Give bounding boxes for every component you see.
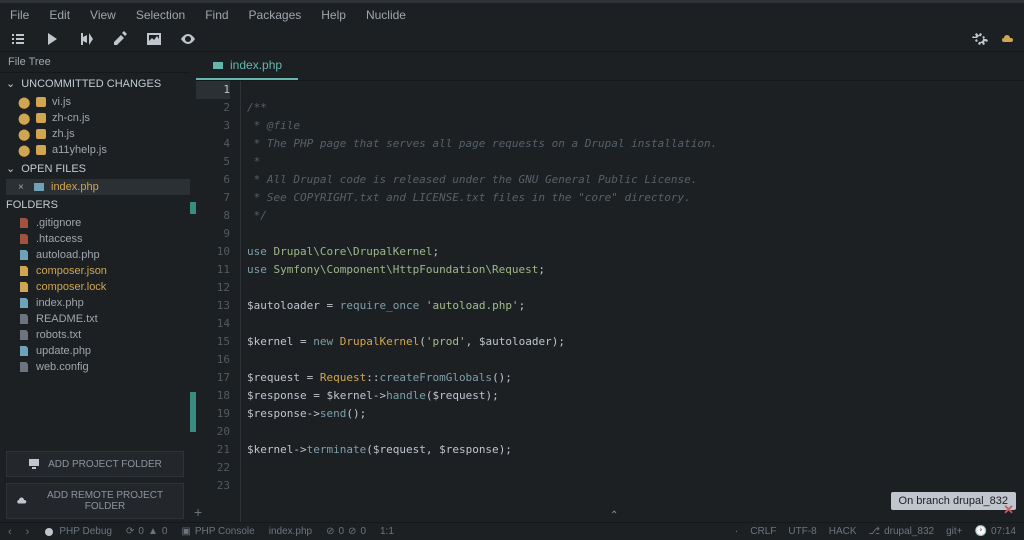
list-icon[interactable]	[10, 31, 26, 47]
play-icon[interactable]	[44, 31, 60, 47]
debug-step-icon[interactable]	[78, 31, 94, 47]
encoding-status[interactable]: UTF-8	[788, 526, 816, 537]
menu-view[interactable]: View	[86, 6, 120, 24]
folder-item[interactable]: composer.lock	[6, 279, 190, 295]
toolbar	[0, 27, 1024, 52]
status-bar: ‹ › PHP Debug ⟳ 0 ▲ 0 ▣ PHP Console inde…	[0, 522, 1024, 540]
js-file-icon	[36, 113, 46, 123]
gear-icon[interactable]	[972, 31, 988, 47]
menu-file[interactable]: File	[6, 6, 33, 24]
section-uncommitted[interactable]: ⌄ UNCOMMITTED CHANGES	[0, 73, 190, 94]
sidebar: File Tree ⌄ UNCOMMITTED CHANGES ⬤vi.js⬤z…	[0, 52, 190, 525]
cloud-icon[interactable]	[998, 31, 1014, 47]
txt-file-icon	[18, 313, 30, 325]
language-mode-status[interactable]: HACK	[829, 526, 857, 537]
menu-selection[interactable]: Selection	[132, 6, 189, 24]
close-icon[interactable]: ×	[18, 182, 27, 193]
code-area[interactable]: /** * @file * The PHP page that serves a…	[240, 81, 1024, 525]
folder-item[interactable]: index.php	[6, 295, 190, 311]
git-file-icon	[18, 233, 30, 245]
clock-status: 🕐07:14	[975, 526, 1016, 537]
bug-icon	[43, 526, 55, 538]
git-file-icon	[18, 217, 30, 229]
js-file-icon	[36, 97, 46, 107]
modified-dot-icon: ⬤	[18, 112, 30, 124]
xml-file-icon	[18, 361, 30, 373]
uncommitted-item[interactable]: ⬤vi.js	[6, 94, 190, 110]
php-file-icon	[18, 249, 30, 261]
modified-dot-icon: ⬤	[18, 144, 30, 156]
edit-icon[interactable]	[112, 31, 128, 47]
menu-help[interactable]: Help	[317, 6, 350, 24]
add-tab-button[interactable]: +	[194, 504, 202, 520]
menu-packages[interactable]: Packages	[245, 6, 306, 24]
modified-dot-icon: ⬤	[18, 128, 30, 140]
folder-list: .gitignore.htaccessautoload.phpcomposer.…	[0, 215, 190, 375]
php-file-icon	[212, 59, 224, 71]
json-file-icon	[18, 281, 30, 293]
folder-item[interactable]: .htaccess	[6, 231, 190, 247]
git-plus-status[interactable]: git+	[946, 526, 962, 537]
chevron-down-icon: ⌄	[6, 77, 15, 90]
sync-status[interactable]: ⟳ 0 ▲ 0	[126, 526, 167, 537]
scroll-up-icon[interactable]: ⌃	[610, 510, 618, 521]
cursor-position[interactable]: 1:1	[380, 526, 394, 537]
folder-item[interactable]: .gitignore	[6, 215, 190, 231]
open-file-item[interactable]: ×index.php	[6, 179, 190, 195]
cloud-icon	[15, 495, 27, 507]
menu-bar: File Edit View Selection Find Packages Help Nuc…	[0, 0, 1024, 27]
folder-item[interactable]: README.txt	[6, 311, 190, 327]
openfiles-list: ×index.php	[0, 179, 190, 195]
nav-fwd-button[interactable]: ›	[26, 526, 30, 538]
diagnostics-status[interactable]: ⊘0 ⊘0	[326, 526, 366, 537]
php-debug-status[interactable]: PHP Debug	[43, 526, 112, 538]
folder-item[interactable]: web.config	[6, 359, 190, 375]
status-dot: ·	[735, 526, 738, 537]
tab-index-php[interactable]: index.php	[196, 52, 298, 80]
editor-area: index.php 123456789101112131415161718192…	[196, 52, 1024, 525]
txt-file-icon	[18, 329, 30, 341]
add-remote-folder-button[interactable]: ADD REMOTE PROJECT FOLDER	[6, 483, 184, 519]
folder-item[interactable]: robots.txt	[6, 327, 190, 343]
php-console-status[interactable]: ▣ PHP Console	[181, 526, 254, 537]
php-file-icon	[18, 345, 30, 357]
close-notification-icon[interactable]: ✕	[1003, 502, 1014, 518]
php-file-icon	[33, 181, 45, 193]
eye-icon[interactable]	[180, 31, 196, 47]
js-file-icon	[36, 129, 46, 139]
add-project-folder-button[interactable]: ADD PROJECT FOLDER	[6, 451, 184, 477]
uncommitted-item[interactable]: ⬤a11yhelp.js	[6, 142, 190, 158]
menu-nuclide[interactable]: Nuclide	[362, 6, 410, 24]
folder-item[interactable]: composer.json	[6, 263, 190, 279]
section-open-files[interactable]: ⌄ OPEN FILES	[0, 158, 190, 179]
uncommitted-item[interactable]: ⬤zh-cn.js	[6, 110, 190, 126]
chevron-down-icon: ⌄	[6, 162, 15, 175]
modified-dot-icon: ⬤	[18, 96, 30, 108]
file-tree-title: File Tree	[0, 52, 190, 73]
git-branch-status[interactable]: ⎇ drupal_832	[869, 526, 935, 537]
folder-item[interactable]: update.php	[6, 343, 190, 359]
uncommitted-item[interactable]: ⬤zh.js	[6, 126, 190, 142]
branch-tooltip: On branch drupal_832	[891, 492, 1016, 510]
nav-back-button[interactable]: ‹	[8, 526, 12, 538]
section-folders[interactable]: FOLDERS	[0, 195, 190, 215]
status-filename[interactable]: index.php	[269, 526, 312, 537]
tab-bar: index.php	[196, 52, 1024, 81]
folder-item[interactable]: autoload.php	[6, 247, 190, 263]
menu-find[interactable]: Find	[201, 6, 232, 24]
menu-edit[interactable]: Edit	[45, 6, 74, 24]
monitor-icon	[28, 458, 40, 470]
php-file-icon	[18, 297, 30, 309]
js-file-icon	[36, 145, 46, 155]
line-ending-status[interactable]: CRLF	[750, 526, 776, 537]
line-gutter: 1234567891011121314151617181920212223	[196, 81, 240, 525]
uncommitted-list: ⬤vi.js⬤zh-cn.js⬤zh.js⬤a11yhelp.js	[0, 94, 190, 158]
image-icon[interactable]	[146, 31, 162, 47]
json-file-icon	[18, 265, 30, 277]
